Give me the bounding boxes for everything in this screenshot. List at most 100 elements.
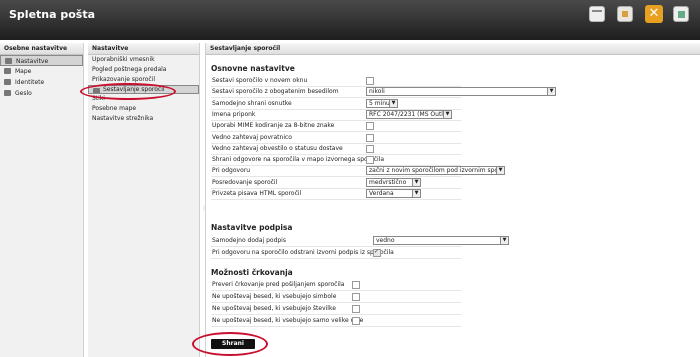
- setting-label: Sestavi sporočilo z obogatenim besedilom: [212, 88, 339, 95]
- setting-checkbox[interactable]: [352, 281, 360, 289]
- setting-row: Ne upoštevaj besed, ki vsebujejo samo ve…: [211, 316, 461, 327]
- setting-row: Privzeta pisava HTML sporočil: [211, 189, 461, 200]
- setting-checkbox[interactable]: [366, 156, 374, 164]
- settings-nav-label: Stiki: [92, 95, 105, 102]
- section-title-spellcheck: Možnosti črkovanja: [211, 268, 293, 277]
- settings-nav-header: Nastavitve: [88, 43, 199, 55]
- setting-row: Sestavi sporočilo v novem oknu: [211, 76, 461, 87]
- setting-checkbox[interactable]: [366, 77, 374, 85]
- setting-checkbox[interactable]: [352, 317, 360, 325]
- select-value: vedno: [376, 237, 395, 244]
- setting-select[interactable]: Verdana ▼: [366, 189, 421, 198]
- identity-icon: [4, 79, 11, 85]
- select-value: nikoli: [369, 88, 385, 95]
- settings-nav-label: Nastavitve strežnika: [92, 115, 154, 122]
- setting-label: Samodejno dodaj podpis: [212, 237, 286, 244]
- setting-checkbox[interactable]: [366, 145, 374, 153]
- setting-label: Imena priponk: [212, 111, 256, 118]
- sidebar-item-1[interactable]: Mape: [0, 66, 83, 77]
- select-value: začni z novim sporočilom pod izvornim sp…: [369, 167, 504, 174]
- chevron-down-icon: ▼: [443, 111, 451, 118]
- chevron-down-icon: ▼: [496, 167, 504, 174]
- setting-label: Samodejno shrani osnutke: [212, 100, 292, 107]
- setting-select[interactable]: vedno ▼: [373, 236, 509, 245]
- chevron-down-icon: ▼: [547, 88, 555, 95]
- sidebar-item-label: Identitete: [15, 79, 45, 86]
- select-value: Verdana: [369, 190, 394, 197]
- setting-checkbox[interactable]: [373, 248, 381, 257]
- setting-label: Vedno zahtevaj obvestilo o statusu dosta…: [212, 145, 343, 152]
- folder-icon: [4, 68, 11, 74]
- setting-label: Shrani odgovore na sporočila v mapo izvo…: [212, 156, 385, 163]
- setting-checkbox[interactable]: [352, 305, 360, 313]
- setting-label: Posredovanje sporočil: [212, 179, 278, 186]
- main-header: Sestavljanje sporočil: [206, 43, 700, 55]
- sidebar-item-label: Geslo: [15, 90, 32, 97]
- settings-nav-item-1[interactable]: Pogled poštnega predala: [88, 65, 199, 75]
- setting-row: Samodejno shrani osnutke: [211, 99, 461, 110]
- setting-select[interactable]: nikoli ▼: [366, 87, 556, 96]
- settings-nav-item-4[interactable]: Stiki: [88, 94, 199, 104]
- personal-settings-panel: Osebne nastavitve Nastavitve Mape Identite…: [0, 43, 84, 357]
- settings-nav-label: Prikazovanje sporočil: [92, 76, 156, 83]
- sidebar-item-label: Nastavitve: [16, 58, 49, 65]
- settings-nav-label: Posebne mape: [92, 105, 137, 112]
- setting-label: Ne upoštevaj besed, ki vsebujejo simbole: [212, 293, 337, 300]
- setting-row: Vedno zahtevaj obvestilo o statusu dosta…: [211, 144, 461, 155]
- setting-row: Shrani odgovore na sporočila v mapo izvo…: [211, 155, 461, 166]
- save-button[interactable]: Shrani: [211, 339, 255, 349]
- setting-select[interactable]: medvrstično ▼: [366, 178, 421, 187]
- settings-nav-item-3[interactable]: Sestavljanje sporočil: [88, 85, 199, 94]
- chevron-down-icon: ▼: [412, 179, 420, 186]
- setting-row: Uporabi MIME kodiranje za 8-bitne znake: [211, 121, 461, 132]
- sidebar-item-0[interactable]: Nastavitve: [0, 55, 83, 66]
- setting-select[interactable]: začni z novim sporočilom pod izvornim sp…: [366, 166, 505, 175]
- setting-label: Privzeta pisava HTML sporočil: [212, 190, 302, 197]
- setting-row: Pri odgovoru na sporočilo odstrani izvor…: [211, 248, 461, 259]
- settings-nav-label: Pogled poštnega predala: [92, 66, 167, 73]
- section-title-signature: Nastavitve podpisa: [211, 223, 293, 232]
- setting-row: Posredovanje sporočil: [211, 178, 461, 189]
- tools-icon[interactable]: ✕: [645, 5, 663, 23]
- key-icon: [4, 90, 11, 96]
- setting-label: Vedno zahtevaj povratnico: [212, 134, 292, 141]
- settings-nav-item-0[interactable]: Uporabniški vmesnik: [88, 55, 199, 65]
- setting-checkbox[interactable]: [366, 122, 374, 130]
- setting-row: Preveri črkovanje pred pošiljanjem sporo…: [211, 280, 461, 291]
- resize-handle[interactable]: ⋮: [201, 205, 207, 215]
- settings-nav-label: Sestavljanje sporočil: [103, 86, 165, 93]
- chevron-down-icon: ▼: [389, 100, 397, 107]
- setting-label: Ne upoštevaj besed, ki vsebujejo številk…: [212, 305, 336, 312]
- app-title: Spletna pošta: [9, 8, 96, 21]
- select-value: medvrstično: [369, 179, 407, 186]
- folder-icon[interactable]: [617, 6, 633, 22]
- settings-nav-item-5[interactable]: Posebne mape: [88, 104, 199, 114]
- window-icon[interactable]: [589, 6, 605, 22]
- setting-checkbox[interactable]: [352, 293, 360, 301]
- chevron-down-icon: ▼: [412, 190, 420, 197]
- top-bar: Spletna pošta ✕: [0, 0, 700, 40]
- setting-row: Ne upoštevaj besed, ki vsebujejo številk…: [211, 304, 461, 315]
- personal-settings-header: Osebne nastavitve: [0, 43, 83, 55]
- sidebar-item-3[interactable]: Geslo: [0, 88, 83, 99]
- setting-select[interactable]: RFC 2047/2231 (MS Outlook) ▼: [366, 110, 452, 119]
- setting-select[interactable]: 5 minut ▼: [366, 99, 398, 108]
- setting-label: Uporabi MIME kodiranje za 8-bitne znake: [212, 122, 335, 129]
- setting-label: Preveri črkovanje pred pošiljanjem sporo…: [212, 281, 345, 288]
- settings-nav-panel: Nastavitve Uporabniški vmesnik Pogled poš…: [88, 43, 200, 357]
- sidebar-item-2[interactable]: Identitete: [0, 77, 83, 88]
- setting-label: Sestavi sporočilo v novem oknu: [212, 77, 308, 84]
- settings-nav-item-2[interactable]: Prikazovanje sporočil: [88, 75, 199, 85]
- settings-nav-label: Uporabniški vmesnik: [92, 56, 155, 63]
- settings-nav-item-6[interactable]: Nastavitve strežnika: [88, 114, 199, 124]
- chevron-down-icon: ▼: [500, 237, 508, 244]
- select-value: RFC 2047/2231 (MS Outlook): [369, 111, 452, 118]
- settings-icon: [5, 58, 12, 64]
- section-title-basic: Osnovne nastavitve: [211, 64, 295, 73]
- sidebar-item-label: Mape: [15, 68, 32, 75]
- setting-row: Ne upoštevaj besed, ki vsebujejo simbole: [211, 292, 461, 303]
- setting-label: Pri odgovoru na sporočilo odstrani izvor…: [212, 249, 394, 256]
- setting-checkbox[interactable]: [366, 134, 374, 142]
- logout-icon[interactable]: [673, 6, 689, 22]
- setting-label: Ne upoštevaj besed, ki vsebujejo samo ve…: [212, 317, 364, 324]
